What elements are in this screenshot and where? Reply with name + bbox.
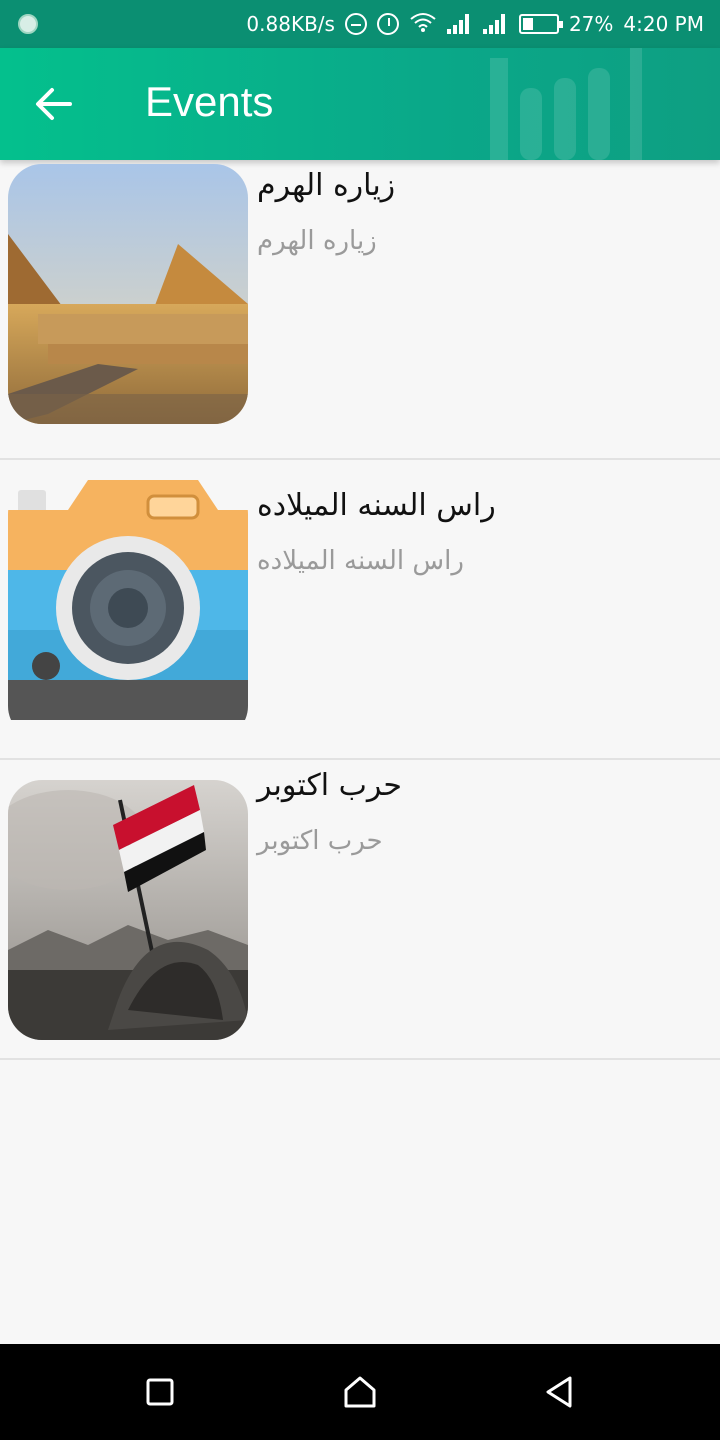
event-title: راس السنه الميلاده: [257, 488, 496, 523]
event-subtitle: زياره الهرم: [257, 226, 377, 256]
pyramids-photo: [8, 164, 248, 424]
recent-apps-icon: [146, 1378, 174, 1406]
recent-apps-button[interactable]: [136, 1368, 184, 1416]
signal-icon: [446, 14, 473, 34]
page-title: Events: [145, 78, 274, 125]
navigation-bar: [0, 1344, 720, 1440]
event-title: زياره الهرم: [257, 168, 396, 203]
list-item[interactable]: راس السنه الميلاده راس السنه الميلاده: [0, 460, 720, 760]
back-button[interactable]: [26, 76, 82, 132]
camera-icon-image: [8, 480, 248, 740]
app-notification-icon: [18, 14, 38, 34]
event-subtitle: حرب اكتوبر: [257, 826, 383, 856]
home-button[interactable]: [336, 1368, 384, 1416]
status-bar: 0.88KB/s 27% 4:20 PM: [0, 0, 720, 48]
event-subtitle: راس السنه الميلاده: [257, 546, 464, 576]
back-nav-button[interactable]: [536, 1368, 584, 1416]
back-icon: [546, 1376, 572, 1408]
events-list: زياره الهرم زياره الهرم راس السنه الميلا…: [0, 160, 720, 1060]
app-bar: Events: [0, 48, 720, 160]
arrow-left-icon: [36, 88, 72, 120]
clock: 4:20 PM: [623, 12, 704, 36]
network-speed: 0.88KB/s: [246, 12, 335, 36]
wifi-icon: [409, 11, 437, 38]
battery-charging-icon: [518, 14, 563, 34]
decorative-pattern: [490, 48, 642, 160]
list-item[interactable]: حرب اكتوبر حرب اكتوبر: [0, 760, 720, 1060]
alarm-icon: [376, 13, 399, 35]
do-not-disturb-icon: [344, 13, 367, 35]
event-title: حرب اكتوبر: [257, 768, 402, 803]
october-war-flag-photo: [8, 780, 248, 1040]
home-icon: [344, 1376, 376, 1408]
signal-icon: [482, 14, 509, 34]
list-item[interactable]: زياره الهرم زياره الهرم: [0, 160, 720, 460]
battery-percent: 27%: [568, 12, 614, 36]
